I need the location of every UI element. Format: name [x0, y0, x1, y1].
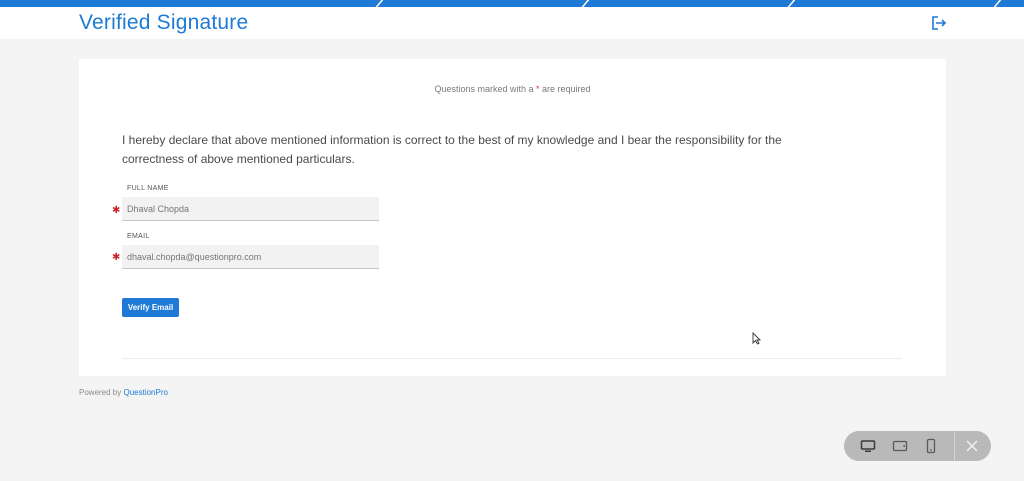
- questionpro-link[interactable]: QuestionPro: [123, 388, 167, 397]
- signature-form-card: Questions marked with a * are required I…: [79, 59, 946, 376]
- device-preview-toolbar: [844, 431, 991, 461]
- tablet-landscape-icon[interactable]: [892, 438, 908, 454]
- required-marker: ✱: [112, 205, 121, 216]
- page-header: Verified Signature: [0, 7, 1024, 39]
- stripe-divider: [372, 0, 386, 7]
- required-note: Questions marked with a * are required: [79, 84, 946, 94]
- stripe-divider: [784, 0, 798, 7]
- mouse-cursor-icon: [752, 331, 762, 345]
- verify-email-button[interactable]: Verify Email: [122, 298, 179, 317]
- divider: [122, 358, 902, 359]
- stripe-divider: [990, 0, 1004, 7]
- desktop-icon[interactable]: [860, 438, 876, 454]
- powered-by-prefix: Powered by: [79, 388, 124, 397]
- required-marker: ✱: [112, 252, 121, 263]
- declaration-text: I hereby declare that above mentioned in…: [122, 133, 782, 166]
- mobile-icon[interactable]: [923, 438, 939, 454]
- full-name-label: FULL NAME: [127, 185, 169, 192]
- toolbar-separator: [954, 431, 955, 461]
- page-title: Verified Signature: [79, 11, 249, 34]
- email-field[interactable]: [122, 245, 379, 269]
- email-label: EMAIL: [127, 233, 150, 240]
- top-accent-stripe: [0, 0, 1024, 7]
- required-note-suffix: are required: [539, 84, 591, 94]
- logout-icon[interactable]: [931, 16, 947, 30]
- close-icon[interactable]: [964, 438, 980, 454]
- powered-by: Powered by QuestionPro: [79, 388, 168, 397]
- required-note-prefix: Questions marked with a: [434, 84, 536, 94]
- full-name-field[interactable]: [122, 197, 379, 221]
- stripe-divider: [578, 0, 592, 7]
